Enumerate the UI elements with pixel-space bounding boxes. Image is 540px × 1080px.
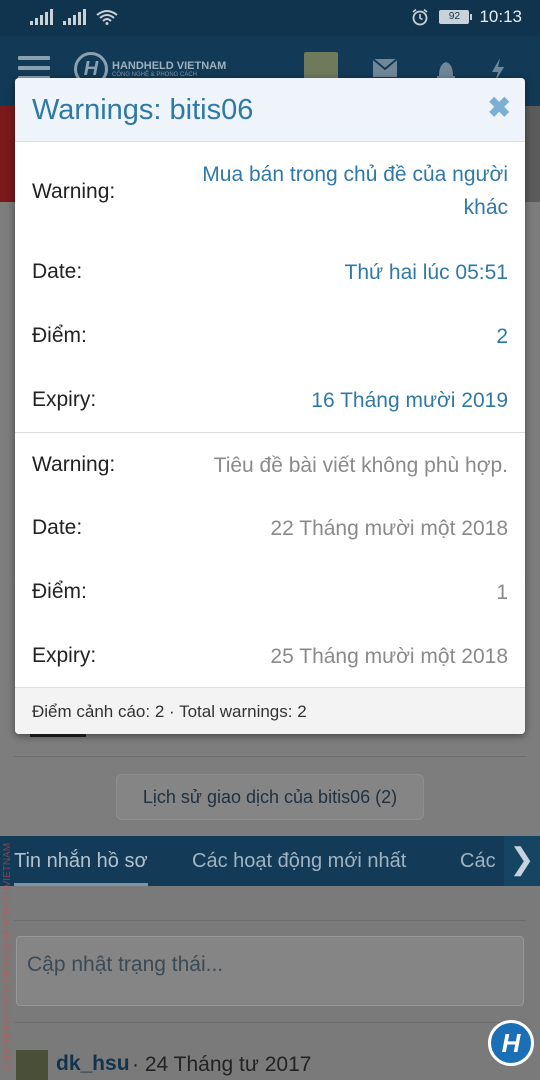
divider [15, 432, 525, 433]
tab-profile-posts[interactable]: Tin nhắn hồ sơ [14, 836, 148, 886]
battery-icon: 92 [439, 10, 473, 24]
clock-time: 10:13 [479, 7, 522, 26]
expiry-label: Expiry: [32, 644, 97, 667]
warning-label: Warning: [32, 180, 116, 203]
tab-more[interactable]: Các [460, 836, 496, 886]
floating-logo-button[interactable]: H [488, 1020, 534, 1066]
divider [14, 920, 526, 921]
warning-reason: Tiêu đề bài viết không phù hợp. [213, 454, 508, 477]
post-author[interactable]: dk_hsu [56, 1052, 130, 1076]
date-value: Thứ hai lúc 05:51 [344, 261, 509, 284]
date-label: Date: [32, 516, 83, 539]
warning-reason: Mua bán trong chủ đề của người khác [202, 163, 508, 219]
expiry-value: 25 Tháng mười một 2018 [270, 645, 508, 668]
profile-tabs: Tin nhắn hồ sơ Các hoạt động mới nhất Cá… [0, 836, 540, 886]
close-icon[interactable]: ✖ [488, 94, 511, 122]
divider [14, 756, 526, 757]
logo-text: HANDHELD VIETNAM [112, 60, 227, 72]
date-value: 22 Tháng mười một 2018 [270, 517, 508, 540]
chevron-right-icon[interactable]: ❯ [504, 836, 540, 886]
copyright-watermark: Copyright©2018 by bitis06@HANDHELDVIETNA… [2, 842, 13, 1070]
trade-history-button[interactable]: Lịch sử giao dịch của bitis06 (2) [116, 774, 424, 820]
date-label: Date: [32, 260, 83, 283]
post-date: · 24 Tháng tư 2017 [132, 1053, 312, 1076]
status-bar: 92 10:13 [0, 0, 540, 36]
modal-header: Warnings: bitis06 ✖ [15, 78, 525, 142]
signal-icon [63, 9, 86, 25]
expiry-value: 16 Tháng mười 2019 [311, 389, 508, 412]
points-value: 2 [496, 325, 508, 348]
divider [14, 1022, 526, 1023]
modal-title: Warnings: bitis06 [32, 94, 254, 126]
status-update-input[interactable]: Cập nhật trạng thái... [16, 936, 524, 1006]
tab-latest-activity[interactable]: Các hoạt động mới nhất [192, 836, 406, 886]
banner-strip [0, 106, 16, 202]
alarm-icon [412, 8, 428, 26]
warning-label: Warning: [32, 453, 116, 476]
warnings-summary: Điểm cảnh cáo: 2 · Total warnings: 2 [15, 687, 525, 734]
profile-bar [30, 734, 86, 737]
warnings-modal: Warnings: bitis06 ✖ Warning: Mua bán tro… [15, 78, 525, 734]
signal-icon [30, 9, 53, 25]
points-label: Điểm: [32, 324, 87, 347]
avatar[interactable] [16, 1050, 48, 1080]
expiry-label: Expiry: [32, 388, 97, 411]
points-value: 1 [496, 581, 508, 604]
points-label: Điểm: [32, 580, 87, 603]
wifi-icon [96, 10, 118, 25]
